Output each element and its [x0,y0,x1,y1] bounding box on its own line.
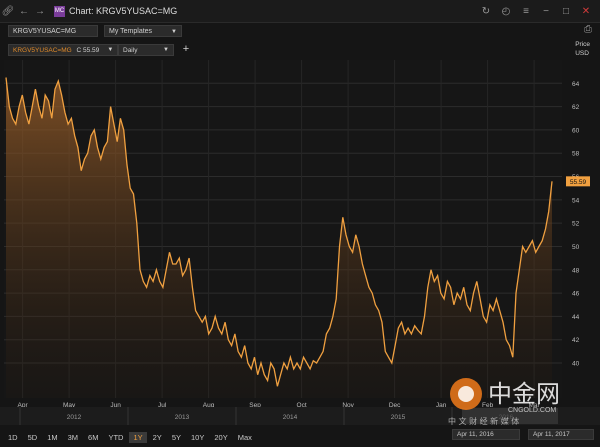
period-button-1m[interactable]: 1M [43,432,61,443]
y-tick-label: 48 [572,267,580,274]
close-icon[interactable]: ✕ [578,3,594,19]
ric-input[interactable]: KRGV5YUSAC=MG [8,25,98,37]
forward-arrow-icon[interactable]: → [32,3,48,19]
app-badge: MC [54,5,65,17]
period-button-max[interactable]: Max [234,432,256,443]
series-name: KRGV5YUSAC=MG [13,47,72,54]
print-icon[interactable]: ⎙ [584,24,592,35]
window-controls: ↻ ◴ ≡ − □ ✕ [478,3,600,19]
frequency-dropdown[interactable]: Daily ▼ [118,44,174,56]
watermark-logo: 中金网 CNGOLD.COM 中 文 财 经 新 媒 体 [448,378,560,426]
minimize-icon[interactable]: − [538,3,554,19]
navigator-year-label: 2012 [67,414,82,421]
chart-toolbar: KRGV5YUSAC=MG My Templates ▼ ⎙ [0,22,600,40]
series-legend[interactable]: KRGV5YUSAC=MG C 55.59 ▼ [8,44,119,56]
watermark-domain: CNGOLD.COM [508,407,556,414]
navigator-year-label: 2015 [391,414,406,421]
y-tick-label: 64 [572,81,580,88]
navigator-year-label: 2014 [283,414,298,421]
add-series-button[interactable]: + [180,43,192,55]
period-button-10y[interactable]: 10Y [187,432,208,443]
clock-icon[interactable]: ◴ [498,3,514,19]
y-tick-label: 46 [572,291,580,298]
watermark-brand: 中金网 [488,380,560,408]
y-tick-label: 62 [572,104,580,111]
watermark-logo-inner [458,386,474,402]
maximize-icon[interactable]: □ [558,3,574,19]
price-label: Price [575,41,590,48]
y-tick-label: 58 [572,151,580,158]
period-button-1d[interactable]: 1D [4,432,22,443]
window-titlebar: 🔗︎ ← → MC Chart: KRGV5YUSAC=MG ↻ ◴ ≡ − □… [0,0,600,23]
chevron-down-icon: ▼ [163,47,169,53]
cngold-watermark: 中金网 CNGOLD.COM 中 文 财 经 新 媒 体 [444,370,594,426]
price-axis-header: Price USD [575,40,590,58]
last-price-label: 55.59 [570,179,587,186]
chevron-down-icon: ▼ [171,29,177,35]
y-tick-label: 40 [572,361,580,368]
y-tick-label: 52 [572,221,580,228]
end-date-field[interactable]: Apr 11, 2017 [528,429,594,440]
menu-icon[interactable]: ≡ [518,3,534,19]
start-date-field[interactable]: Apr 11, 2016 [452,429,520,440]
templates-dropdown[interactable]: My Templates ▼ [104,25,182,37]
series-value: C 55.59 [76,47,100,54]
back-arrow-icon[interactable]: ← [16,3,32,19]
frequency-label: Daily [123,47,138,54]
period-button-5d[interactable]: 5D [24,432,42,443]
y-tick-label: 50 [572,244,580,251]
y-tick-label: 60 [572,127,580,134]
navigator-year-label: 2013 [175,414,190,421]
templates-dropdown-label: My Templates [109,28,153,35]
y-tick-label: 42 [572,337,580,344]
link-icon[interactable]: 🔗︎ [0,3,16,19]
window-title: Chart: KRGV5YUSAC=MG [69,6,178,16]
y-tick-label: 54 [572,197,580,204]
period-button-2y[interactable]: 2Y [149,432,166,443]
chevron-down-icon: ▼ [107,47,114,53]
period-button-ytd[interactable]: YTD [104,432,127,443]
currency-label: USD [575,50,589,57]
watermark-tagline: 中 文 财 经 新 媒 体 [448,416,519,426]
y-tick-label: 44 [572,314,580,321]
period-button-20y[interactable]: 20Y [210,432,231,443]
refresh-icon[interactable]: ↻ [478,3,494,19]
period-button-5y[interactable]: 5Y [168,432,185,443]
period-button-3m[interactable]: 3M [64,432,82,443]
period-button-6m[interactable]: 6M [84,432,102,443]
period-button-1y[interactable]: 1Y [129,431,147,443]
